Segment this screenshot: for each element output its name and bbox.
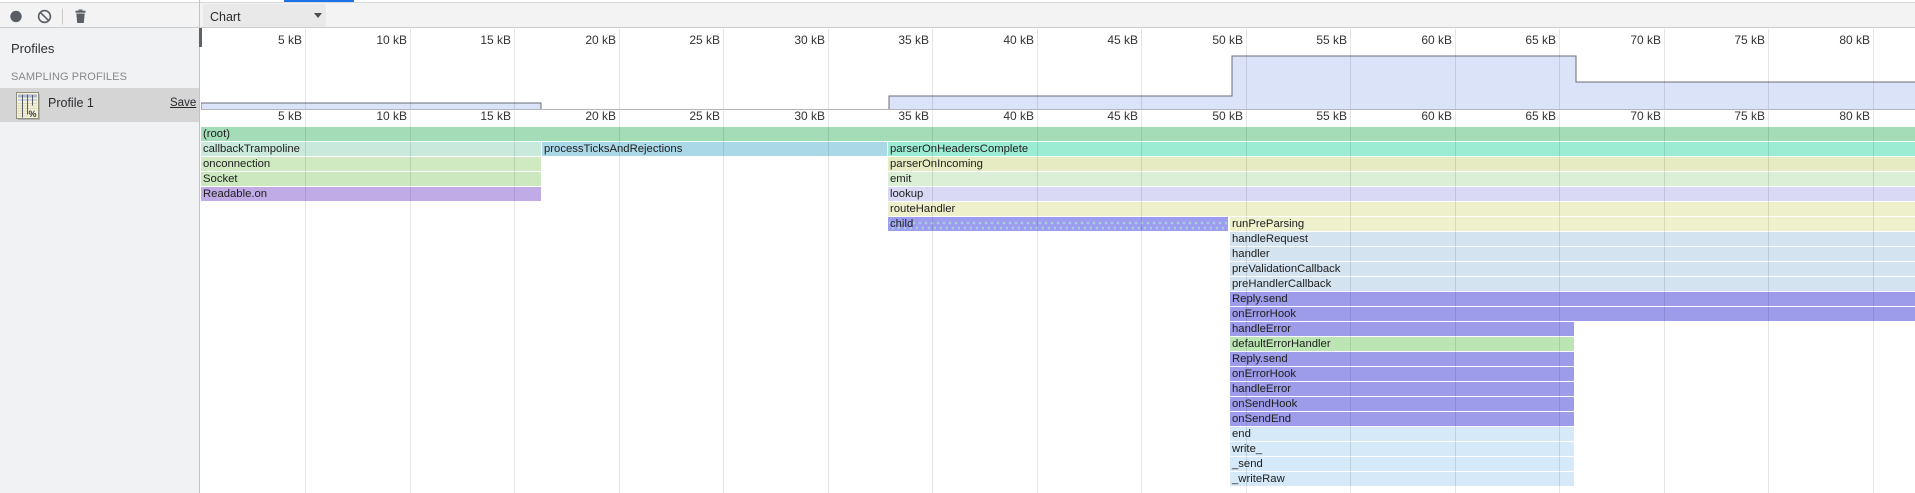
svg-text:%: % — [29, 109, 37, 119]
